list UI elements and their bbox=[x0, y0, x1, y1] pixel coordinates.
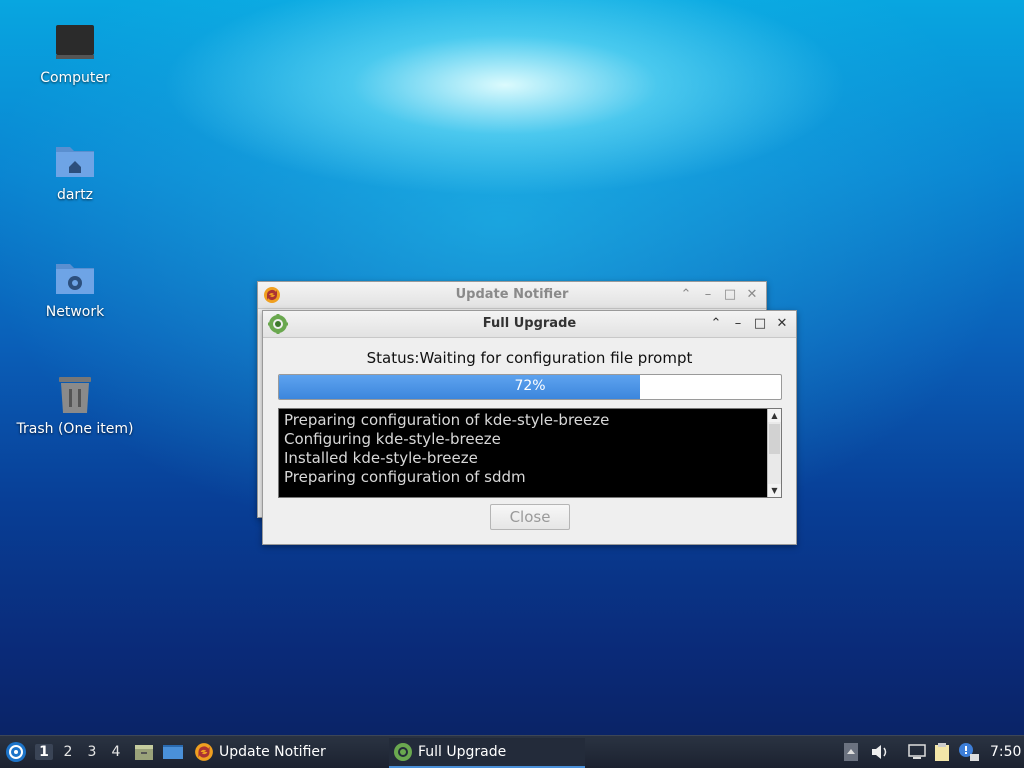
minimize-button[interactable]: – bbox=[730, 315, 746, 331]
lubuntu-logo-icon bbox=[6, 742, 26, 762]
update-notifier-titlebar[interactable]: Update Notifier ⌃ – □ ✕ bbox=[258, 282, 766, 309]
task-label: Full Upgrade bbox=[418, 744, 507, 760]
taskbar: 1 2 3 4 Update Notifier Full Upgrade 7:5… bbox=[0, 735, 1024, 768]
scroll-up-arrow-icon[interactable]: ▲ bbox=[768, 409, 781, 422]
desktop-icon-label: Computer bbox=[40, 70, 110, 86]
progress-percent-label: 72% bbox=[514, 378, 546, 394]
close-button[interactable]: ✕ bbox=[744, 286, 760, 302]
desktop-icon-label: Network bbox=[45, 304, 105, 320]
upgrade-progress-bar: 72% bbox=[278, 374, 782, 400]
status-label: Status:Waiting for configuration file pr… bbox=[366, 349, 693, 367]
file-manager-icon bbox=[135, 745, 153, 760]
full-upgrade-window[interactable]: Full Upgrade ⌃ – □ ✕ Status:Waiting for … bbox=[262, 310, 797, 545]
full-upgrade-titlebar[interactable]: Full Upgrade ⌃ – □ ✕ bbox=[263, 311, 796, 338]
log-lines: Preparing configuration of kde-style-bre… bbox=[284, 411, 765, 487]
log-line: Preparing configuration of kde-style-bre… bbox=[284, 411, 610, 429]
start-menu-button[interactable] bbox=[5, 736, 27, 768]
desktop-icon bbox=[163, 745, 183, 759]
shade-button[interactable]: ⌃ bbox=[678, 286, 694, 302]
network-icon bbox=[908, 744, 926, 759]
desktop-icon-trash[interactable]: Trash (One item) bbox=[15, 373, 135, 437]
terminal-log[interactable]: Preparing configuration of kde-style-bre… bbox=[278, 408, 782, 498]
tray-scroll-up-button[interactable] bbox=[844, 736, 858, 768]
update-tray-button[interactable] bbox=[958, 736, 980, 768]
home-folder-icon bbox=[53, 139, 97, 183]
arrow-up-icon bbox=[844, 743, 858, 761]
workspace-2[interactable]: 2 bbox=[59, 744, 77, 760]
shade-button[interactable]: ⌃ bbox=[708, 315, 724, 331]
maximize-button[interactable]: □ bbox=[752, 315, 768, 331]
network-tray-button[interactable] bbox=[907, 736, 927, 768]
log-line: Configuring kde-style-breeze bbox=[284, 430, 501, 448]
log-line: Installed kde-style-breeze bbox=[284, 449, 478, 467]
show-desktop-button[interactable] bbox=[162, 736, 184, 768]
volume-icon bbox=[872, 745, 887, 759]
workspace-3[interactable]: 3 bbox=[83, 744, 101, 760]
taskbar-task-full-upgrade[interactable]: Full Upgrade bbox=[389, 738, 585, 768]
update-alert-icon bbox=[959, 743, 979, 761]
trash-icon bbox=[53, 373, 97, 417]
desktop-icon-home-folder[interactable]: dartz bbox=[15, 139, 135, 203]
minimize-button[interactable]: – bbox=[700, 286, 716, 302]
task-label: Update Notifier bbox=[219, 744, 326, 760]
desktop-icon-computer[interactable]: Computer bbox=[15, 22, 135, 86]
clipboard-icon bbox=[935, 743, 949, 761]
clock-label: 7:50 bbox=[990, 744, 1022, 760]
network-folder-icon bbox=[53, 256, 97, 300]
close-button[interactable]: ✕ bbox=[774, 315, 790, 331]
desktop-icon-network[interactable]: Network bbox=[15, 256, 135, 320]
close-dialog-button[interactable]: Close bbox=[490, 504, 570, 530]
workspace-1[interactable]: 1 bbox=[35, 744, 53, 760]
log-line: Preparing configuration of sddm bbox=[284, 468, 526, 486]
taskbar-task-update-notifier[interactable]: Update Notifier bbox=[190, 738, 384, 766]
gear-icon bbox=[394, 743, 412, 761]
clock[interactable]: 7:50 bbox=[990, 736, 1021, 768]
volume-button[interactable] bbox=[870, 736, 890, 768]
maximize-button[interactable]: □ bbox=[722, 286, 738, 302]
computer-icon bbox=[53, 22, 97, 66]
scroll-down-arrow-icon[interactable]: ▼ bbox=[768, 484, 781, 497]
scrollbar-thumb[interactable] bbox=[769, 424, 780, 454]
workspace-4[interactable]: 4 bbox=[107, 744, 125, 760]
desktop-icon-label: dartz bbox=[56, 187, 94, 203]
update-notifier-icon bbox=[195, 743, 213, 761]
log-scrollbar[interactable]: ▲ ▼ bbox=[767, 409, 781, 497]
clipboard-tray-button[interactable] bbox=[933, 736, 951, 768]
file-manager-launcher[interactable] bbox=[134, 736, 154, 768]
desktop-icon-label: Trash (One item) bbox=[16, 421, 134, 437]
